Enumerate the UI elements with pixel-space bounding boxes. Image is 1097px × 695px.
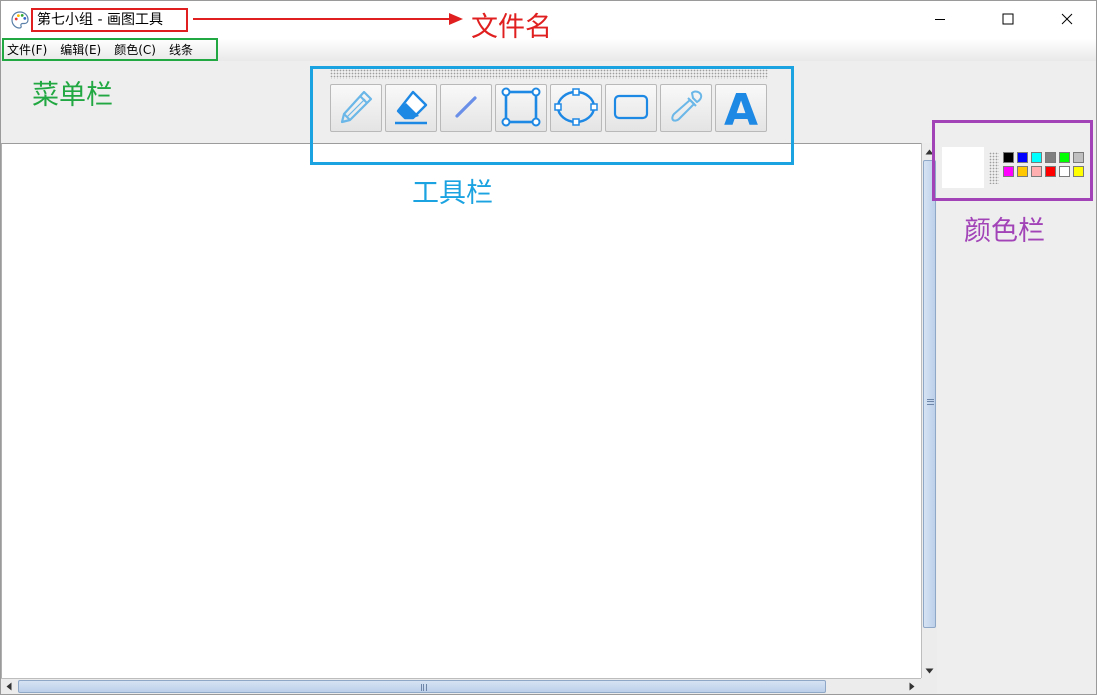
arrow-right-icon bbox=[193, 13, 463, 25]
horizontal-scrollbar[interactable] bbox=[1, 678, 921, 694]
filename-annotation-box bbox=[31, 8, 188, 32]
grip-icon bbox=[421, 684, 427, 691]
horizontal-scroll-thumb[interactable] bbox=[18, 680, 826, 693]
maximize-button[interactable] bbox=[985, 1, 1031, 39]
scrollbar-corner bbox=[921, 678, 937, 694]
toolbar-annotation-label: 工具栏 bbox=[412, 178, 493, 209]
scroll-right-button[interactable] bbox=[904, 679, 920, 694]
menubar-annotation-box bbox=[2, 38, 218, 61]
grip-icon bbox=[927, 399, 934, 405]
minimize-icon bbox=[934, 13, 946, 28]
arrow-right-icon bbox=[909, 680, 915, 694]
maximize-icon bbox=[1002, 13, 1014, 28]
minimize-button[interactable] bbox=[917, 1, 963, 39]
close-button[interactable] bbox=[1044, 1, 1090, 39]
palette-icon bbox=[10, 10, 30, 30]
app-window: 第七小组 - 画图工具 文件(F) 编辑(E) 颜色(C) 线条 A 文件名 菜… bbox=[0, 0, 1097, 695]
vertical-scrollbar[interactable] bbox=[921, 143, 937, 678]
toolbar-annotation-box bbox=[310, 66, 794, 165]
arrow-left-icon bbox=[6, 680, 12, 694]
scroll-down-button[interactable] bbox=[922, 662, 937, 678]
menubar-annotation-label: 菜单栏 bbox=[32, 80, 113, 111]
vertical-scroll-thumb[interactable] bbox=[923, 160, 936, 628]
close-icon bbox=[1061, 13, 1073, 28]
drawing-canvas[interactable] bbox=[1, 143, 921, 678]
arrow-down-icon bbox=[925, 663, 934, 677]
filename-annotation-label: 文件名 bbox=[471, 12, 552, 43]
scroll-left-button[interactable] bbox=[1, 679, 17, 694]
colorbar-annotation-box bbox=[932, 120, 1093, 201]
colorbar-annotation-label: 颜色栏 bbox=[964, 216, 1045, 247]
